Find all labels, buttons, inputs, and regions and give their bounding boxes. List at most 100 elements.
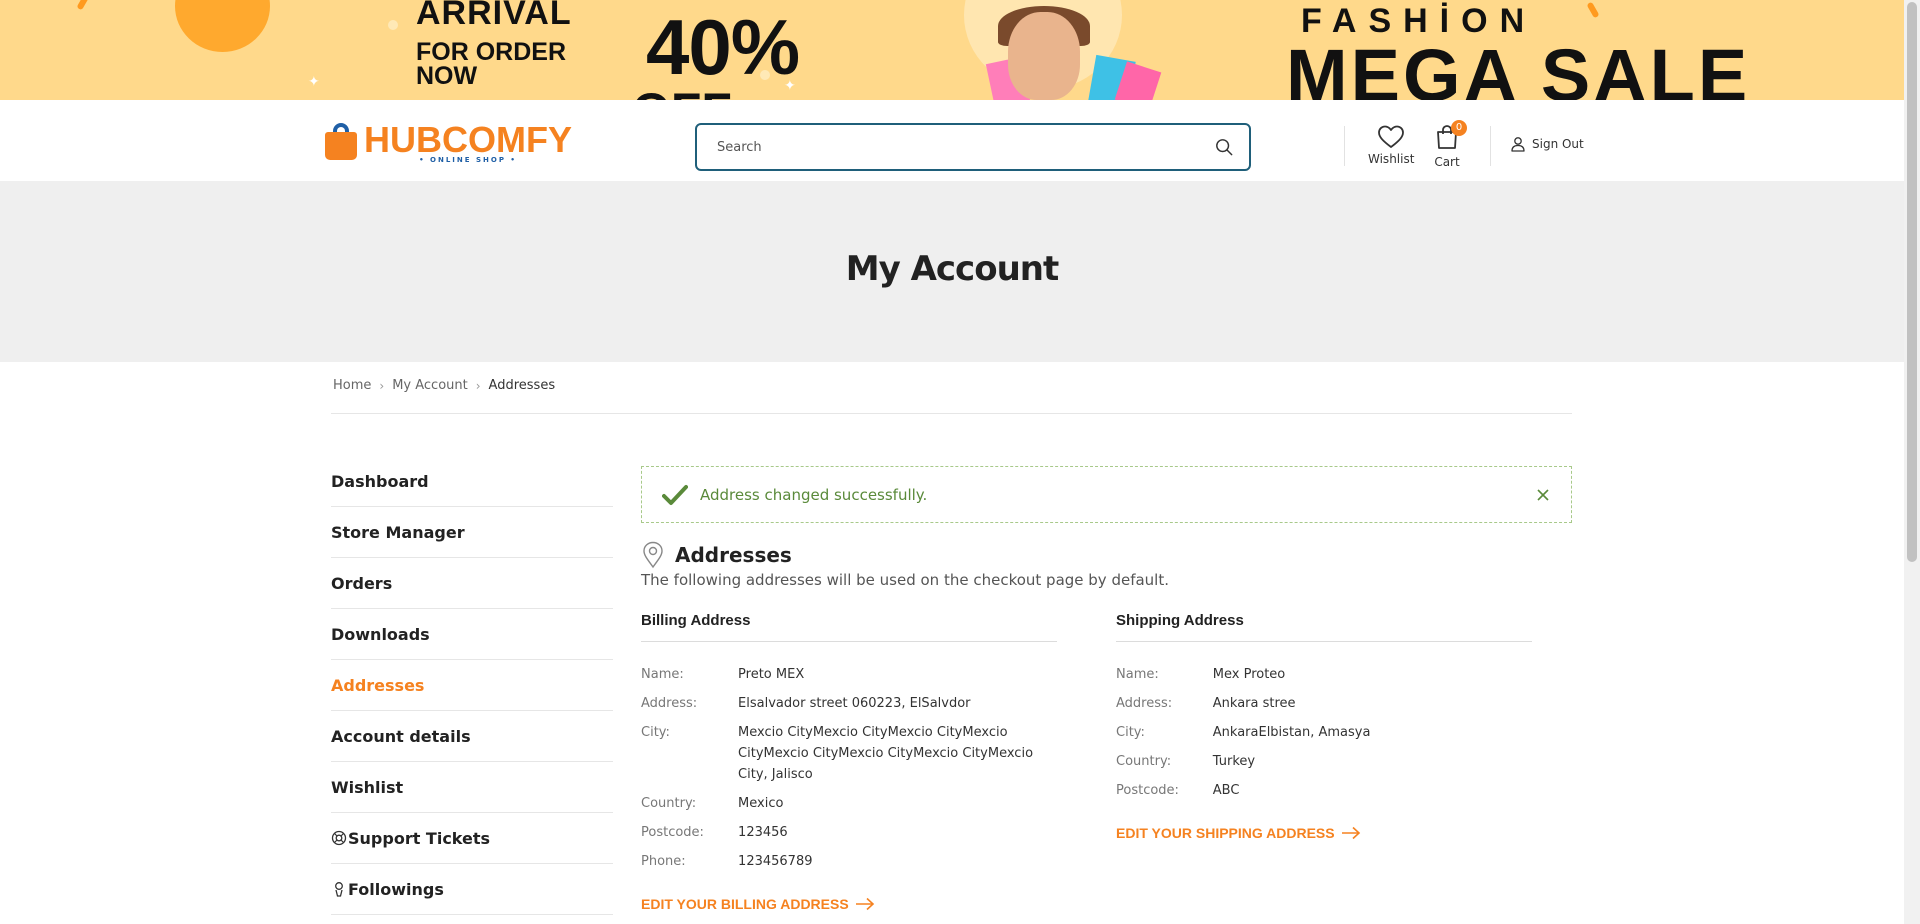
field-label: City: — [641, 725, 670, 740]
field-value: Mexico — [738, 796, 784, 811]
addresses-title: Addresses — [675, 543, 792, 567]
field-label: Name: — [1116, 667, 1159, 682]
search-input[interactable] — [697, 125, 1177, 169]
wishlist-label: Wishlist — [1368, 152, 1415, 166]
field-label: Postcode: — [1116, 783, 1179, 798]
cart-count-badge: 0 — [1451, 120, 1467, 136]
breadcrumb-my-account[interactable]: My Account — [392, 378, 468, 393]
followings-icon — [335, 882, 343, 897]
header-divider — [1490, 126, 1491, 166]
promo-banner[interactable]: ✦ ✦ ARRİVAL FOR ORDER NOW 40% OFF FASHİO… — [0, 0, 1904, 100]
site-logo[interactable]: HUBCOMFY • ONLINE SHOP • — [322, 122, 572, 164]
table-row: City: Mexcio CityMexcio CityMexcio CityMe… — [641, 722, 1057, 793]
sidebar-item-label: Downloads — [331, 624, 430, 644]
sidebar-item-label: Store Manager — [331, 522, 465, 542]
arrow-right-icon — [855, 897, 874, 911]
sign-out-label: Sign Out — [1532, 137, 1584, 151]
banner-dot — [388, 20, 398, 30]
sidebar-item-label: Addresses — [331, 675, 425, 695]
table-row: Name: Preto MEX — [641, 664, 1057, 693]
field-value: Turkey — [1212, 754, 1256, 769]
breadcrumb-divider — [331, 413, 1572, 414]
banner-arrival-text: ARRİVAL — [416, 0, 572, 32]
page-scrollbar[interactable] — [1904, 0, 1920, 924]
success-notice: Address changed successfully. — [641, 466, 1572, 523]
table-row: Country: Turkey — [1116, 751, 1532, 780]
table-row: City: AnkaraElbistan, Amasya — [1116, 722, 1532, 751]
table-row: Phone: 123456789 — [641, 851, 1057, 880]
field-value: Ankara stree — [1212, 696, 1296, 711]
chevron-right-icon: › — [379, 378, 385, 393]
table-row: Name: Mex Proteo — [1116, 664, 1532, 693]
shopping-bag-logo-icon — [322, 122, 360, 160]
table-row: Postcode: 123456 — [641, 822, 1057, 851]
sidebar-item-account-details[interactable]: Account details — [331, 711, 613, 762]
billing-address-section: Billing Address Name: Preto MEX Address: E… — [641, 610, 1057, 913]
banner-percent-text: 40% — [646, 3, 800, 91]
sidebar-item-label: Orders — [331, 573, 393, 593]
site-header: HUBCOMFY • ONLINE SHOP • Wishlist 0 Cart — [0, 100, 1904, 181]
addresses-heading: Addresses — [641, 541, 792, 569]
cart-label: Cart — [1434, 155, 1460, 169]
sidebar-item-wishlist[interactable]: Wishlist — [331, 762, 613, 813]
edit-shipping-address-link[interactable]: EDIT YOUR SHIPPING ADDRESS — [1116, 825, 1361, 841]
field-label: Country: — [1116, 754, 1172, 769]
support-icon — [331, 830, 347, 846]
field-label: Postcode: — [641, 825, 704, 840]
table-row: Address: Ankara stree — [1116, 693, 1532, 722]
sidebar-item-followings[interactable]: Followings — [331, 864, 613, 915]
field-label: Address: — [641, 696, 698, 711]
sidebar-item-orders[interactable]: Orders — [331, 558, 613, 609]
sidebar-item-addresses[interactable]: Addresses — [331, 660, 613, 711]
confetti-shape — [1586, 1, 1600, 19]
sidebar-item-label: Support Tickets — [348, 828, 491, 848]
wishlist-button[interactable]: Wishlist — [1368, 124, 1414, 166]
field-label: Country: — [641, 796, 697, 811]
field-label: City: — [1116, 725, 1145, 740]
confetti-shape — [76, 0, 90, 11]
notice-message: Address changed successfully. — [700, 485, 928, 504]
sidebar-item-dashboard[interactable]: Dashboard — [331, 456, 613, 507]
sidebar-item-label: Account details — [331, 726, 471, 746]
field-label: Phone: — [641, 854, 686, 869]
breadcrumb-home[interactable]: Home — [333, 378, 371, 393]
close-icon[interactable] — [1535, 487, 1551, 503]
shipping-address-table: Name: Mex Proteo Address: Ankara stree Cit… — [1116, 664, 1532, 809]
sign-out-button[interactable]: Sign Out — [1510, 136, 1584, 152]
sidebar-item-store-manager[interactable]: Store Manager — [331, 507, 613, 558]
edit-shipping-address-label: EDIT YOUR SHIPPING ADDRESS — [1116, 825, 1335, 841]
banner-for-order-text: FOR ORDER NOW — [416, 38, 566, 90]
sparkle-icon: ✦ — [308, 74, 320, 90]
sidebar-item-label: Wishlist — [331, 777, 404, 797]
field-value: Elsalvador street 060223, ElSalvdor — [738, 696, 971, 711]
header-divider — [1344, 126, 1345, 166]
check-icon — [662, 484, 688, 505]
billing-address-title: Billing Address — [641, 610, 1057, 642]
sidebar-item-label: Dashboard — [331, 471, 429, 491]
breadcrumb-current: Addresses — [488, 378, 556, 393]
account-sidebar: Dashboard Store Manager Orders Downloads… — [331, 456, 613, 915]
table-row: Address: Elsalvador street 060223, ElSalv… — [641, 693, 1057, 722]
shipping-address-section: Shipping Address Name: Mex Proteo Address… — [1116, 610, 1532, 842]
search-icon[interactable] — [1215, 138, 1233, 156]
banner-off-text: OFF — [632, 82, 732, 100]
cart-button[interactable]: 0 Cart — [1433, 120, 1467, 169]
banner-sun-shape — [175, 0, 270, 52]
sidebar-item-label: Followings — [348, 879, 444, 899]
arrow-right-icon — [1341, 826, 1360, 840]
edit-billing-address-label: EDIT YOUR BILLING ADDRESS — [641, 896, 849, 912]
logo-name: HUBCOMFY — [364, 119, 572, 160]
edit-billing-address-link[interactable]: EDIT YOUR BILLING ADDRESS — [641, 896, 875, 912]
search-box — [695, 123, 1251, 171]
banner-mega-sale-text: MEGA SALE — [1286, 34, 1751, 101]
sidebar-item-support-tickets[interactable]: Support Tickets — [331, 813, 613, 864]
heart-icon — [1378, 125, 1405, 148]
chevron-right-icon: › — [475, 378, 481, 393]
scrollbar-thumb[interactable] — [1907, 2, 1917, 562]
field-value: Preto MEX — [738, 667, 805, 682]
table-row: Country: Mexico — [641, 793, 1057, 822]
field-label: Address: — [1116, 696, 1173, 711]
user-icon — [1511, 137, 1525, 152]
billing-address-table: Name: Preto MEX Address: Elsalvador street… — [641, 664, 1057, 880]
sidebar-item-downloads[interactable]: Downloads — [331, 609, 613, 660]
